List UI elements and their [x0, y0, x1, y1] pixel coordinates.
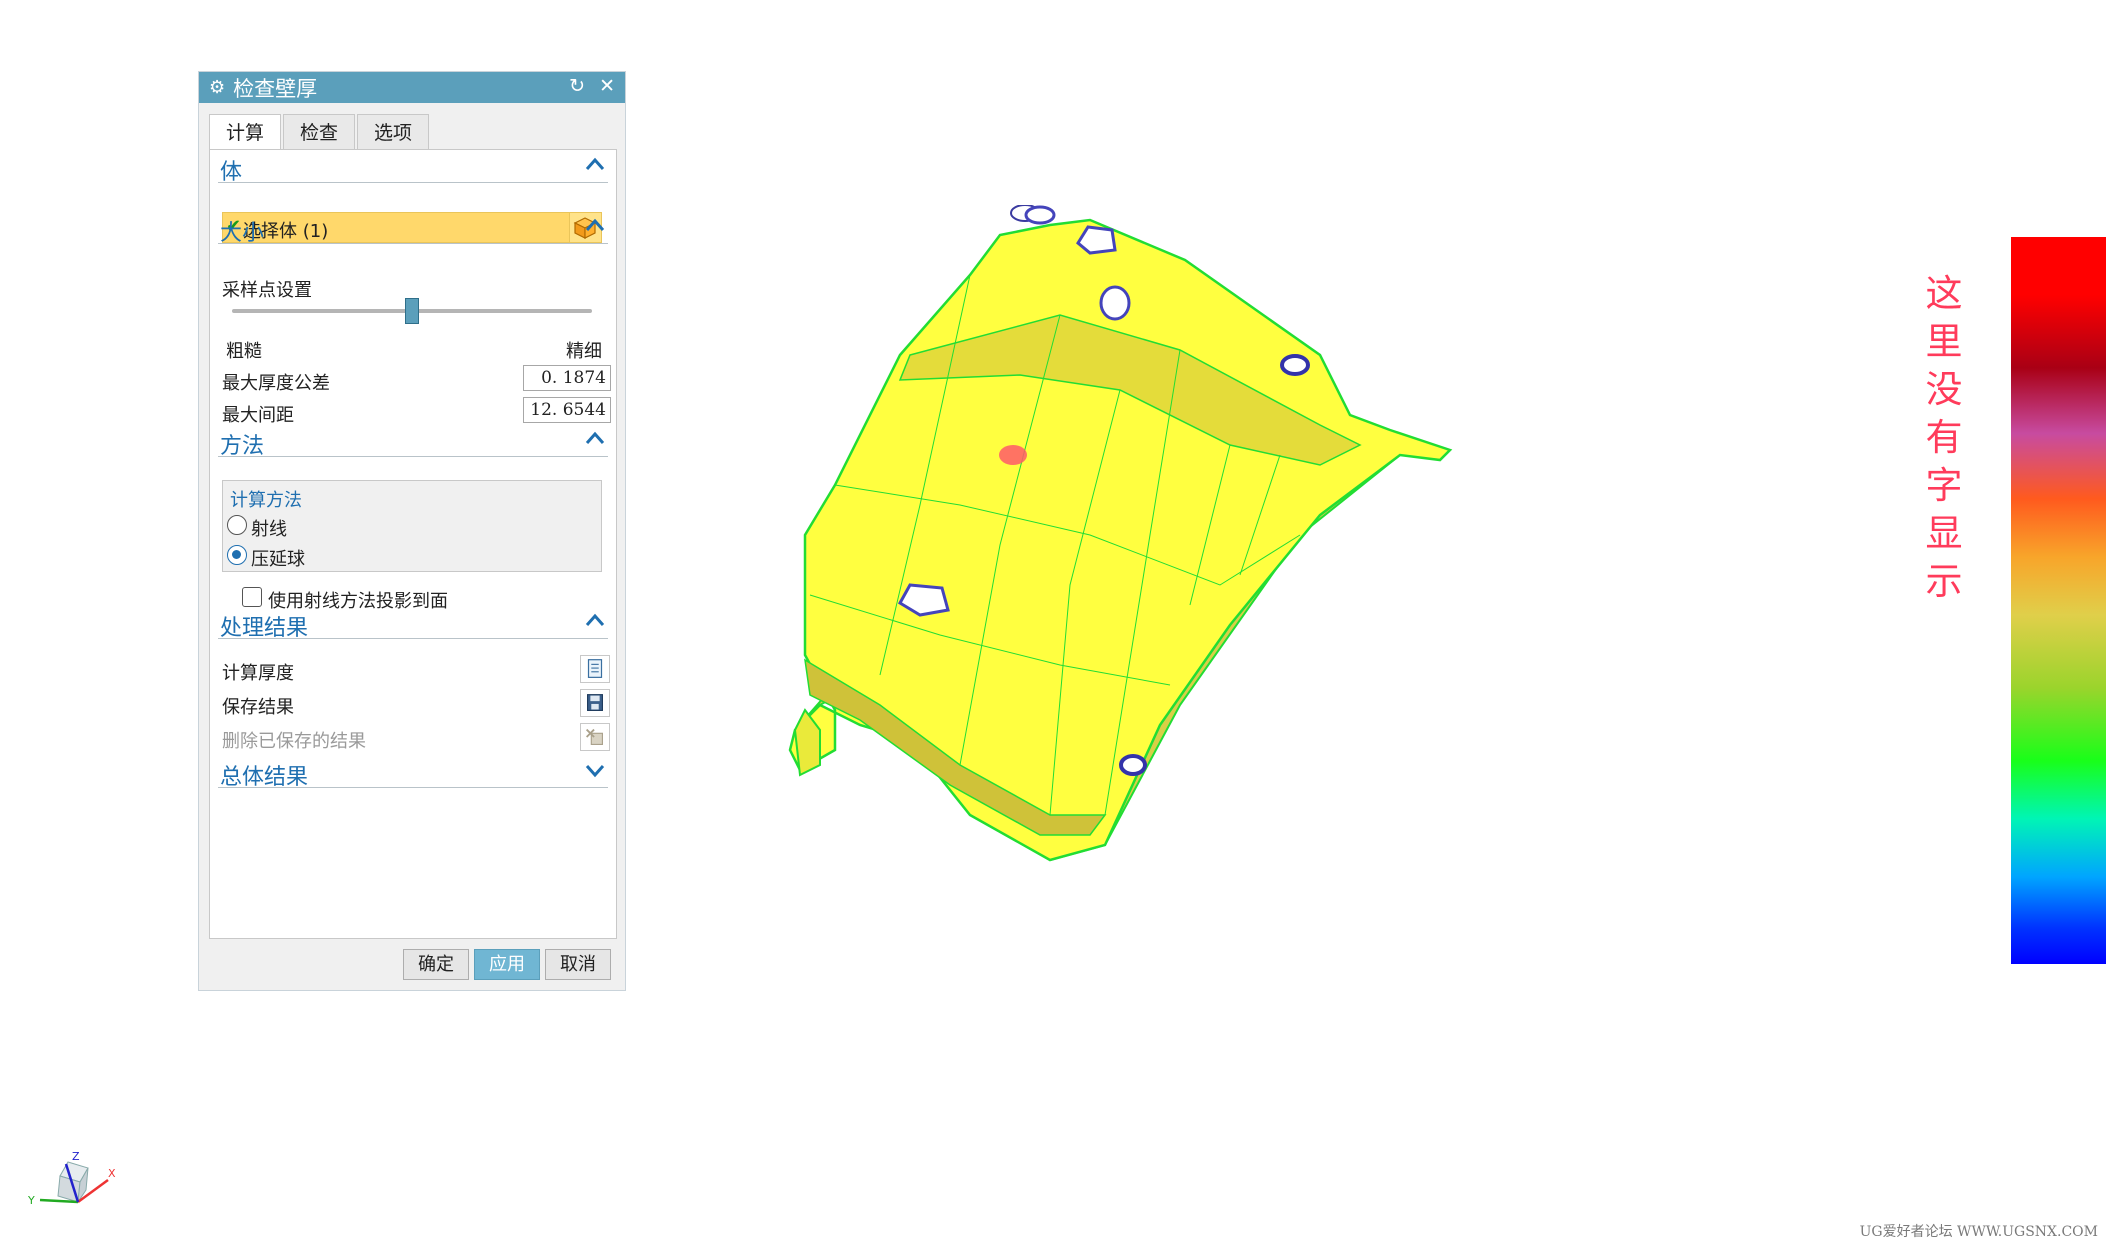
tab-options[interactable]: 选项: [357, 114, 430, 150]
tab-bar: 计算 检查 选项: [209, 114, 431, 151]
dialog-title: 检查壁厚: [233, 76, 318, 101]
check-wall-thickness-dialog: ⚙ 检查壁厚 ↻ ✕ 计算 检查 选项 体 ✔ 选择体 (1) 大小 采样点设置…: [198, 71, 626, 991]
chevron-up-icon[interactable]: [584, 610, 606, 632]
project-with-ray-checkbox[interactable]: [242, 587, 262, 607]
ok-button[interactable]: 确定: [403, 949, 469, 980]
chevron-down-icon[interactable]: [584, 759, 606, 781]
section-header-size[interactable]: 大小: [218, 213, 608, 246]
radio-ray[interactable]: [227, 515, 247, 535]
slider-max-label: 精细: [566, 341, 602, 362]
max-thickness-tolerance-label: 最大厚度公差: [222, 373, 330, 394]
section-header-body[interactable]: 体: [218, 152, 608, 185]
radio-rolling-ball-label: 压延球: [251, 549, 305, 570]
section-title-method: 方法: [220, 434, 265, 459]
radio-rolling-ball[interactable]: [227, 545, 247, 565]
save-results-label: 保存结果: [222, 697, 294, 718]
max-distance-label: 最大间距: [222, 405, 294, 426]
radio-ray-label: 射线: [251, 519, 287, 540]
max-thickness-tolerance-input[interactable]: 0. 1874: [523, 365, 611, 391]
slider-min-label: 粗糙: [226, 341, 262, 362]
section-header-method[interactable]: 方法: [218, 426, 608, 459]
close-icon[interactable]: ✕: [599, 75, 615, 97]
chevron-up-icon[interactable]: [584, 215, 606, 237]
gear-icon[interactable]: ⚙: [209, 77, 225, 98]
save-results-button[interactable]: [580, 689, 610, 717]
compute-thickness-label: 计算厚度: [222, 663, 294, 684]
section-header-summary[interactable]: 总体结果: [218, 757, 608, 790]
delete-saved-results-button[interactable]: [580, 723, 610, 751]
chevron-up-icon[interactable]: [584, 154, 606, 176]
triad-y-label: Y: [27, 1194, 35, 1207]
sample-slider-handle[interactable]: [405, 298, 419, 324]
thickness-hotspot: [999, 445, 1027, 465]
reset-icon[interactable]: ↻: [569, 75, 585, 97]
triad-z-label: Z: [72, 1150, 80, 1163]
compute-thickness-button[interactable]: [580, 655, 610, 683]
delete-saved-results-label: 删除已保存的结果: [222, 731, 366, 752]
section-title-body: 体: [220, 160, 243, 185]
tab-inspect[interactable]: 检查: [283, 114, 356, 150]
triad-x-label: X: [108, 1167, 116, 1180]
sample-setting-label: 采样点设置: [222, 280, 312, 301]
view-triad[interactable]: X Y Z: [20, 1150, 120, 1220]
chevron-up-icon[interactable]: [584, 428, 606, 450]
apply-button[interactable]: 应用: [474, 949, 540, 980]
cancel-button[interactable]: 取消: [545, 949, 611, 980]
save-icon: [587, 694, 603, 711]
section-header-results[interactable]: 处理结果: [218, 608, 608, 641]
calc-method-group: 计算方法 射线 压延球: [222, 480, 602, 572]
tab-compute[interactable]: 计算: [209, 114, 282, 151]
section-title-size: 大小: [220, 221, 265, 246]
watermark: UG爱好者论坛 WWW.UGSNX.COM: [1859, 1224, 2098, 1240]
tab-panel-compute: 体 ✔ 选择体 (1) 大小 采样点设置 粗糙 精细 最大厚度公差 0. 187…: [209, 149, 617, 939]
section-title-results: 处理结果: [220, 616, 309, 641]
thickness-color-legend: [2011, 237, 2106, 964]
max-distance-input[interactable]: 12. 6544: [523, 397, 611, 423]
thickness-result-model[interactable]: [760, 205, 1510, 870]
section-title-summary: 总体结果: [220, 765, 309, 790]
annotation-note: 这里没有字显示: [1925, 272, 1963, 603]
document-icon: [587, 659, 603, 678]
calc-method-title: 计算方法: [230, 490, 302, 511]
delete-results-icon: [585, 728, 603, 745]
dialog-titlebar[interactable]: ⚙ 检查壁厚 ↻ ✕: [199, 72, 625, 103]
